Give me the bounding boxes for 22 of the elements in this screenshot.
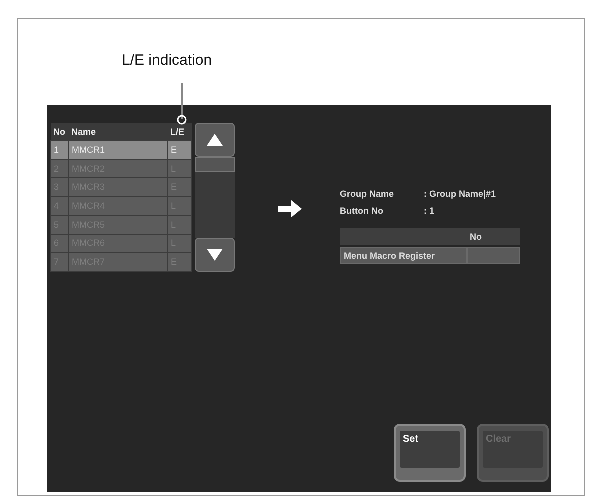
callout-label: L/E indication <box>122 52 212 69</box>
table-cell: MMCR1 <box>68 140 168 160</box>
field-label: Group Name <box>340 188 396 198</box>
column-header: No <box>467 228 520 245</box>
table-cell: E <box>168 140 192 160</box>
leader-line <box>177 83 187 125</box>
field-value: : Group Name|#1 <box>424 188 496 198</box>
table-cell: Menu Macro Register <box>340 247 467 264</box>
field-label: Button No <box>340 206 384 216</box>
down-triangle-icon <box>207 249 223 261</box>
scroll-thumb[interactable] <box>195 157 235 172</box>
right-arrow-icon <box>278 200 302 218</box>
action-button[interactable]: Set <box>394 424 466 482</box>
column-header: Name <box>68 123 168 140</box>
table-cell: 1 <box>50 140 68 160</box>
field-value: : 1 <box>424 206 435 216</box>
column-header: No <box>50 123 68 140</box>
scroll-up-button[interactable] <box>195 123 235 157</box>
up-triangle-icon <box>207 134 223 146</box>
table-cell <box>467 247 520 264</box>
scroll-down-button[interactable] <box>195 238 235 272</box>
list-row[interactable]: 1 MMCR1 E <box>50 140 192 160</box>
